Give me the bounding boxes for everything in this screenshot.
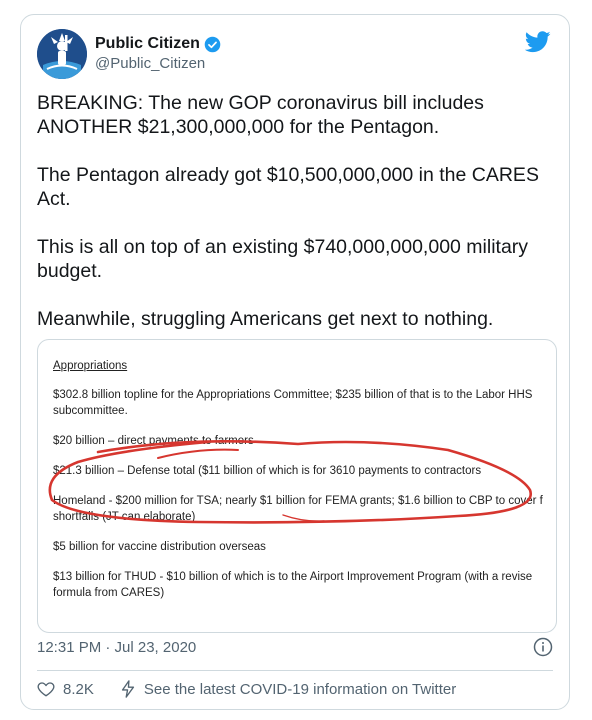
verified-badge-icon xyxy=(204,36,221,52)
tweet-actions: 8.2K See the latest COVID-19 information… xyxy=(37,680,456,698)
document-line: formula from CARES) xyxy=(53,587,165,599)
tweet-paragraph: The Pentagon already got $10,500,000,000… xyxy=(37,164,539,210)
display-name-text: Public Citizen xyxy=(95,35,200,52)
document-line: $302.8 billion topline for the Appropria… xyxy=(53,389,533,401)
tweet-timestamp[interactable]: 12:31 PM · Jul 23, 2020 xyxy=(37,639,196,656)
tweet-card: Public Citizen @Public_Citizen BREAKING:… xyxy=(20,14,570,710)
document-excerpt: Appropriations $302.8 billion topline fo… xyxy=(53,358,556,601)
public-citizen-logo-icon xyxy=(37,29,87,79)
info-icon[interactable] xyxy=(533,637,553,657)
covid-info-text: See the latest COVID-19 information on T… xyxy=(143,680,457,698)
display-name[interactable]: Public Citizen xyxy=(95,35,221,53)
document-line: $13 billion for THUD - $10 billion of wh… xyxy=(53,571,533,583)
document-line: shortfalls (JT can elaborate) xyxy=(53,511,196,523)
attached-image[interactable]: Appropriations $302.8 billion topline fo… xyxy=(37,339,557,633)
lightning-icon xyxy=(121,680,134,698)
divider xyxy=(37,670,553,671)
twitter-bird-icon[interactable] xyxy=(525,31,551,53)
like-button[interactable]: 8.2K xyxy=(37,680,94,698)
document-line-highlighted: $21.3 billion – Defense total ($11 billi… xyxy=(53,465,482,477)
covid-info-link[interactable]: See the latest COVID-19 information on T… xyxy=(120,680,456,698)
document-line: $20 billion – direct payments to farmers xyxy=(53,435,254,447)
document-line: Homeland - $200 million for TSA; nearly … xyxy=(53,495,543,507)
user-handle[interactable]: @Public_Citizen xyxy=(95,55,205,72)
document-line: $5 billion for vaccine distribution over… xyxy=(53,541,266,553)
document-heading: Appropriations xyxy=(53,360,128,372)
heart-icon xyxy=(37,682,55,697)
tweet-paragraph: BREAKING: The new GOP coronavirus bill i… xyxy=(37,92,484,138)
tweet-text: BREAKING: The new GOP coronavirus bill i… xyxy=(37,91,547,355)
document-line: subcommittee. xyxy=(53,405,128,417)
avatar[interactable] xyxy=(37,29,87,79)
tweet-paragraph: This is all on top of an existing $740,0… xyxy=(37,236,529,282)
like-count: 8.2K xyxy=(63,680,94,698)
tweet-paragraph: Meanwhile, struggling Americans get next… xyxy=(37,308,494,330)
